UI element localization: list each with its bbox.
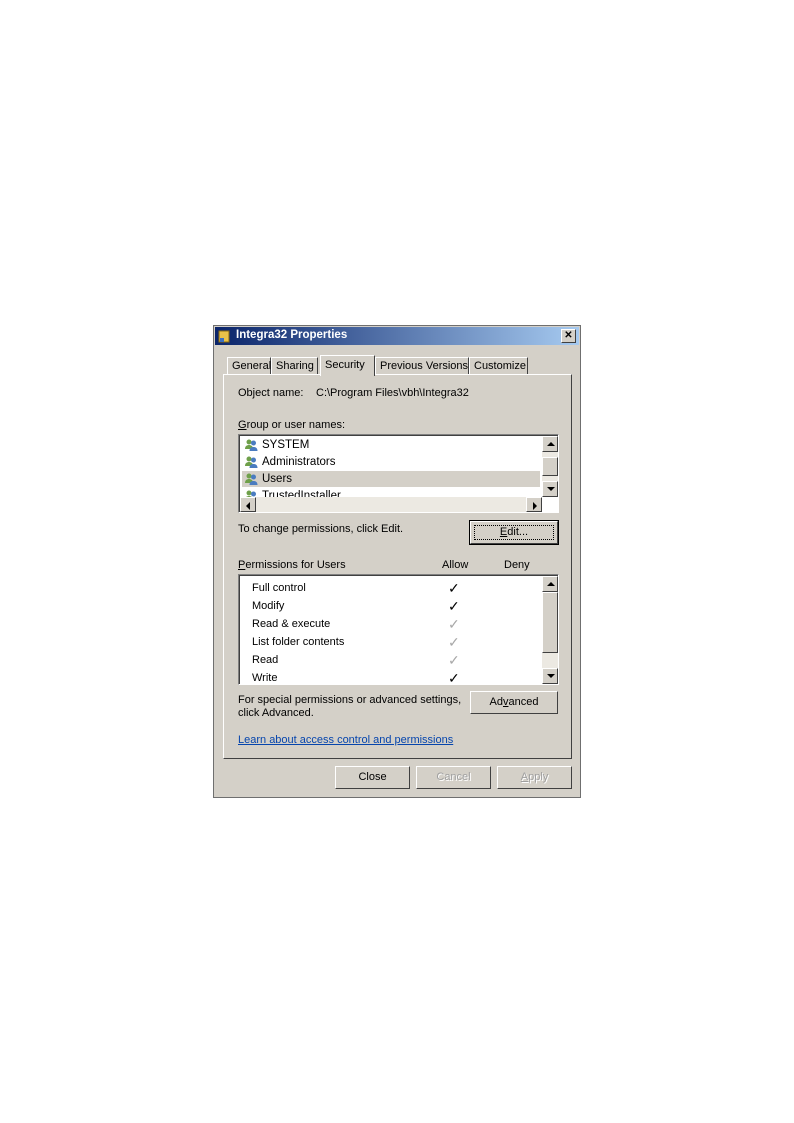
group-names-label: Group or user names: [238,419,345,431]
scroll-down-button[interactable] [542,668,558,684]
permission-name: Read [252,654,279,666]
special-permissions-line1: For special permissions or advanced sett… [238,694,462,706]
arrow-down-icon [547,487,555,491]
arrow-left-icon [246,502,250,510]
horizontal-scrollbar[interactable] [240,497,542,512]
close-window-button[interactable]: ✕ [561,329,576,343]
allow-check-icon: ✓ [448,598,460,614]
permissions-label: Permissions for Users [238,559,346,571]
advanced-button-label: Advanced [489,696,539,708]
window-title: Integra32 Properties [236,329,348,341]
permission-name: Read & execute [252,618,331,630]
scroll-up-button[interactable] [542,576,558,592]
learn-access-control-link[interactable]: Learn about access control and permissio… [238,734,453,746]
cancel-button[interactable]: Cancel [416,766,491,789]
user-name: Users [262,473,293,485]
scroll-right-button[interactable] [526,497,542,512]
permission-name: Full control [252,582,306,594]
permission-name: Modify [252,600,285,612]
allow-check-icon: ✓ [448,634,460,650]
arrow-up-icon [547,582,555,586]
users-icon [245,473,258,485]
properties-dialog: Integra32 Properties ✕ General Sharing S… [213,325,581,798]
list-item-selected[interactable]: Users [242,471,540,487]
scroll-thumb[interactable] [542,457,558,476]
focus-rect [474,525,554,540]
scroll-left-button[interactable] [240,497,256,512]
security-panel: Object name: C:\Program Files\vbh\Integr… [223,374,572,759]
close-icon: ✕ [564,330,573,341]
users-icon [245,456,258,468]
list-item[interactable]: SYSTEM [242,437,540,453]
tab-previous-versions[interactable]: Previous Versions [375,357,469,374]
scroll-up-button[interactable] [542,436,558,452]
allow-check-icon: ✓ [448,616,460,632]
scroll-down-button[interactable] [542,481,558,497]
tab-customize[interactable]: Customize [469,357,528,374]
special-permissions-line2: click Advanced. [238,707,314,719]
deny-header: Deny [504,559,530,571]
user-name: SYSTEM [262,439,310,451]
arrow-up-icon [547,442,555,446]
tab-security[interactable]: Security [320,355,375,376]
scroll-thumb[interactable] [542,592,558,653]
object-name-value: C:\Program Files\vbh\Integra32 [316,387,469,399]
title-bar[interactable]: Integra32 Properties ✕ [215,327,579,345]
folder-lock-icon [218,330,230,343]
tab-sharing[interactable]: Sharing [271,357,318,374]
permission-name: List folder contents [252,636,345,648]
advanced-button[interactable]: Advanced [470,691,558,714]
arrow-right-icon [533,502,537,510]
vertical-scrollbar[interactable] [542,436,558,497]
user-name: Administrators [262,456,336,468]
change-permissions-hint: To change permissions, click Edit. [238,523,404,535]
permission-name: Write [252,672,278,684]
tab-general[interactable]: General [227,357,271,374]
group-user-list[interactable]: SYSTEM Administrators Users TrustedInsta… [238,434,559,513]
allow-header: Allow [442,559,469,571]
arrow-down-icon [547,674,555,678]
edit-button[interactable]: Edit... [469,520,559,545]
allow-check-icon: ✓ [448,652,460,668]
users-icon [245,439,258,451]
allow-check-icon: ✓ [448,670,460,684]
permissions-list[interactable]: Full control ✓ Modify ✓ Read & execute ✓… [238,574,559,685]
close-button[interactable]: Close [335,766,410,789]
allow-check-icon: ✓ [448,580,460,596]
object-name-label: Object name: [238,387,304,399]
apply-button[interactable]: Apply [497,766,572,789]
vertical-scrollbar[interactable] [542,576,558,684]
list-item[interactable]: Administrators [242,454,540,470]
